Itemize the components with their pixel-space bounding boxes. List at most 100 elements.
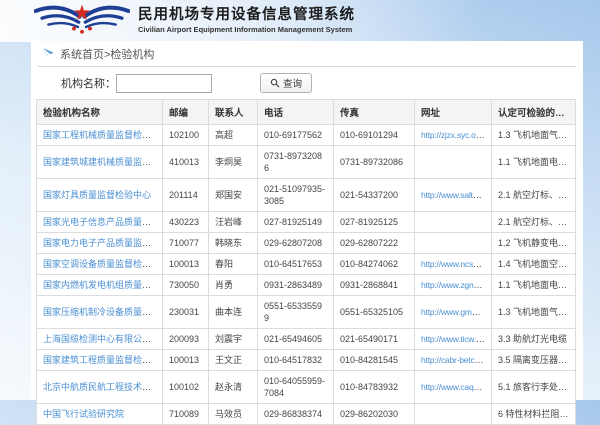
table-header: 检验机构名称 邮编 联系人 电话 传真 网址 认定可检验的机场设备 [37, 100, 576, 125]
website-cell: http://www.saltnet.c... [415, 179, 492, 212]
equipment-cell: 2.1 航空灯标、2.2... [492, 212, 576, 233]
website-cell: http://www.gmpicn.c... [415, 296, 492, 329]
fax-cell: 0551-65325105 [334, 296, 415, 329]
phone-cell: 029-62807208 [258, 233, 334, 254]
col-header-website: 网址 [415, 100, 492, 125]
phone-cell: 021-65494605 [258, 329, 334, 350]
contact-cell: 春阳 [209, 254, 258, 275]
institution-link[interactable]: 国家建筑工程质量监督检验中心 [43, 355, 163, 365]
fax-cell: 029-86202030 [334, 404, 415, 425]
contact-cell: 王文正 [209, 350, 258, 371]
col-header-contact: 联系人 [209, 100, 258, 125]
app-title: 民用机场专用设备信息管理系统 [138, 8, 355, 24]
institution-name-cell: 国家灯具质量监督检验中心 [37, 179, 163, 212]
institution-link[interactable]: 国家空调设备质量监督检验中心 [43, 259, 163, 269]
institution-link[interactable]: 国家灯具质量监督检验中心 [43, 190, 151, 200]
search-button[interactable]: 查询 [260, 73, 312, 93]
equipment-cell: 1.1 飞机地面电源机... [492, 146, 576, 179]
phone-cell: 029-86838374 [258, 404, 334, 425]
website-link[interactable]: http://www.ticw.com... [421, 334, 492, 344]
contact-cell: 刘震宇 [209, 329, 258, 350]
institution-name-cell: 国家内燃机发电机组质量监督检... [37, 275, 163, 296]
website-link[interactable]: http://cabr-betc.com/ [421, 355, 492, 365]
contact-cell: 郑国安 [209, 179, 258, 212]
phone-cell: 021-51097935-3085 [258, 179, 334, 212]
zip-cell: 230031 [163, 296, 209, 329]
fax-cell: 021-54337200 [334, 179, 415, 212]
caac-logo [34, 1, 130, 42]
equipment-cell: 1.4 飞机地面空调机组 [492, 254, 576, 275]
institution-name-cell: 国家建筑工程质量监督检验中心 [37, 350, 163, 371]
institution-name-cell: 国家工程机械质量监督检验中心 [37, 125, 163, 146]
institution-link[interactable]: 国家光电子信息产品质量监督检... [43, 217, 163, 227]
website-link[interactable]: http://www.gmpicn.c... [421, 307, 492, 317]
phone-cell: 0731-89732086 [258, 146, 334, 179]
phone-cell: 010-64517653 [258, 254, 334, 275]
institution-link[interactable]: 国家压缩机制冷设备质量监督检... [43, 307, 163, 317]
website-cell: http://www.caqot.com [415, 371, 492, 404]
col-header-phone: 电话 [258, 100, 334, 125]
institution-link[interactable]: 国家工程机械质量监督检验中心 [43, 130, 163, 140]
institution-link[interactable]: 上海国缆检测中心有限公司（国... [43, 334, 163, 344]
website-cell [415, 212, 492, 233]
fax-cell: 0931-2868841 [334, 275, 415, 296]
zip-cell: 102100 [163, 125, 209, 146]
equipment-cell: 5.1 旅客行李处理系统 [492, 371, 576, 404]
zip-cell: 201114 [163, 179, 209, 212]
website-link[interactable]: http://www.saltnet.c... [421, 190, 492, 200]
website-cell: http://www.ncsa.cn [415, 254, 492, 275]
institution-name-cell: 国家光电子信息产品质量监督检... [37, 212, 163, 233]
website-cell [415, 404, 492, 425]
fax-cell: 010-69101294 [334, 125, 415, 146]
equipment-cell: 1.3 飞机地面气源机... [492, 296, 576, 329]
zip-cell: 410013 [163, 146, 209, 179]
institution-link[interactable]: 中国飞行试验研究院 [43, 409, 124, 419]
institution-name-cell: 国家电力电子产品质量监督检验... [37, 233, 163, 254]
fax-cell: 010-84783932 [334, 371, 415, 404]
institution-name-cell: 北京中航质民航工程技术有限公司 [37, 371, 163, 404]
contact-cell: 赵永清 [209, 371, 258, 404]
app-titles: 民用机场专用设备信息管理系统 Civilian Airport Equipmen… [138, 8, 355, 34]
phone-cell: 0931-2863489 [258, 275, 334, 296]
website-cell: http://cabr-betc.com/ [415, 350, 492, 371]
equipment-cell: 6 特性材料拦阻系统... [492, 404, 576, 425]
contact-cell: 马效员 [209, 404, 258, 425]
institution-link[interactable]: 北京中航质民航工程技术有限公司 [43, 382, 163, 392]
fax-cell: 027-81925125 [334, 212, 415, 233]
institution-link[interactable]: 国家内燃机发电机组质量监督检... [43, 280, 163, 290]
org-name-input[interactable] [116, 74, 212, 93]
website-link[interactable]: http://www.ncsa.cn [421, 259, 488, 269]
contact-cell: 肖勇 [209, 275, 258, 296]
col-header-zip: 邮编 [163, 100, 209, 125]
institution-name-cell: 上海国缆检测中心有限公司（国... [37, 329, 163, 350]
website-link[interactable]: http://zjzx.syc.org.cn/ [421, 130, 492, 140]
zip-cell: 200093 [163, 329, 209, 350]
col-header-equipment: 认定可检验的机场设备 [492, 100, 576, 125]
institution-link[interactable]: 国家建筑城建机械质量监督检验... [43, 157, 163, 167]
search-bar: 机构名称： 查询 [31, 67, 583, 99]
app-header: 民用机场专用设备信息管理系统 Civilian Airport Equipmen… [0, 0, 600, 42]
zip-cell: 730050 [163, 275, 209, 296]
equipment-cell: 1.1 飞机地面电源机... [492, 275, 576, 296]
caac-logo-icon [34, 1, 130, 37]
institution-name-cell: 国家建筑城建机械质量监督检验... [37, 146, 163, 179]
institution-link[interactable]: 国家电力电子产品质量监督检验... [43, 238, 163, 248]
search-button-label: 查询 [283, 76, 302, 90]
phone-cell: 010-69177562 [258, 125, 334, 146]
breadcrumb: 系统首页>检验机构 [38, 41, 576, 67]
website-link[interactable]: http://www.caqot.com [421, 382, 492, 392]
website-link[interactable]: http://www.zgnrfd.com [421, 280, 492, 290]
contact-cell: 李炯昊 [209, 146, 258, 179]
col-header-fax: 传真 [334, 100, 415, 125]
table-row: 国家建筑城建机械质量监督检验... 410013 李炯昊 0731-897320… [37, 146, 576, 179]
app-subtitle: Civilian Airport Equipment Information M… [138, 26, 355, 34]
table-row: 中国飞行试验研究院 710089 马效员 029-86838374 029-86… [37, 404, 576, 425]
phone-cell: 010-64055959-7084 [258, 371, 334, 404]
phone-cell: 027-81925149 [258, 212, 334, 233]
breadcrumb-text[interactable]: 系统首页>检验机构 [60, 46, 154, 62]
contact-cell: 汪岩峰 [209, 212, 258, 233]
contact-cell: 韩晓东 [209, 233, 258, 254]
institutions-table: 检验机构名称 邮编 联系人 电话 传真 网址 认定可检验的机场设备 国家工程机械… [36, 99, 576, 425]
col-header-name: 检验机构名称 [37, 100, 163, 125]
table-row: 国家建筑工程质量监督检验中心 100013 王文正 010-64517832 0… [37, 350, 576, 371]
